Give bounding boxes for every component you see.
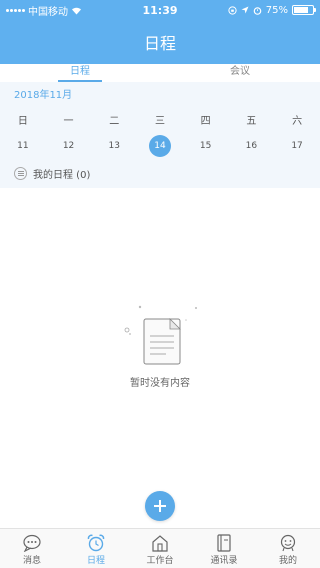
weekday-label: 三 [154,116,165,127]
date-cell[interactable]: 13 [91,135,137,157]
date-cell[interactable]: 15 [183,135,229,157]
weekday-label: 一 [63,116,74,127]
header: 中国移动 11:39 75% 日程 [0,0,320,64]
battery-percentage: 75% [265,4,288,16]
add-schedule-button[interactable] [145,491,175,521]
contacts-book-icon [217,534,231,552]
date-row: 11 12 13 14 15 16 17 [0,135,320,157]
tabbar-label: 消息 [22,556,41,566]
tabbar-item-schedule[interactable]: 日程 [64,529,128,568]
orientation-lock-icon [228,5,237,15]
chat-icon [23,534,41,552]
calendar-week: 2018年11月 日 一 二 三 四 五 六 11 12 13 14 15 16… [0,82,320,188]
weekday-label: 五 [246,116,257,127]
tabbar-item-contacts[interactable]: 通讯录 [192,529,256,568]
tabbar-item-mine[interactable]: 我的 [256,529,320,568]
wifi-icon [72,7,81,14]
weekday-label: 四 [200,116,211,127]
date-cell[interactable]: 11 [0,135,46,157]
carrier-name: 中国移动 [28,6,68,18]
date-cell[interactable]: 12 [46,135,92,157]
status-bar: 中国移动 11:39 75% [0,0,320,20]
date-cell[interactable]: 16 [229,135,275,157]
location-arrow-icon [241,6,249,14]
tab-bar: 日程 会议 [0,64,320,82]
tabbar-label: 我的 [278,556,297,566]
bottom-tab-bar: 消息 日程 工作台 通讯录 我的 [0,528,320,568]
weekday-label: 二 [109,116,120,127]
battery-icon [292,5,316,15]
alarm-icon [253,6,262,15]
my-schedule-row[interactable]: 我的日程 (0) [14,166,90,181]
tab-schedule[interactable]: 日程 [0,64,160,82]
weekday-label: 六 [292,116,303,127]
page-title: 日程 [143,34,176,53]
weekday-header: 日 一 二 三 四 五 六 [0,112,320,127]
tabbar-label: 工作台 [146,556,174,566]
month-label[interactable]: 2018年11月 [14,86,72,101]
empty-state-text: 暂时没有内容 [130,378,190,389]
plus-icon [154,500,166,512]
tabbar-label: 日程 [86,556,105,566]
empty-document-icon [124,305,197,365]
weekday-label: 日 [17,116,28,127]
alarm-clock-icon [87,534,105,552]
status-time: 11:39 [142,3,178,17]
house-icon [152,535,168,552]
date-cell[interactable]: 17 [274,135,320,157]
tabbar-label: 通讯录 [210,556,238,566]
date-cell-selected[interactable]: 14 [137,135,183,157]
signal-strength-icon [6,8,25,12]
tab-meeting[interactable]: 会议 [160,64,320,82]
tabbar-item-workbench[interactable]: 工作台 [128,529,192,568]
my-schedule-label: 我的日程 (0) [33,170,91,181]
empty-state: 暂时没有内容 [0,300,320,390]
tabbar-item-messages[interactable]: 消息 [0,529,64,568]
profile-icon [280,534,296,552]
list-icon [14,167,27,180]
